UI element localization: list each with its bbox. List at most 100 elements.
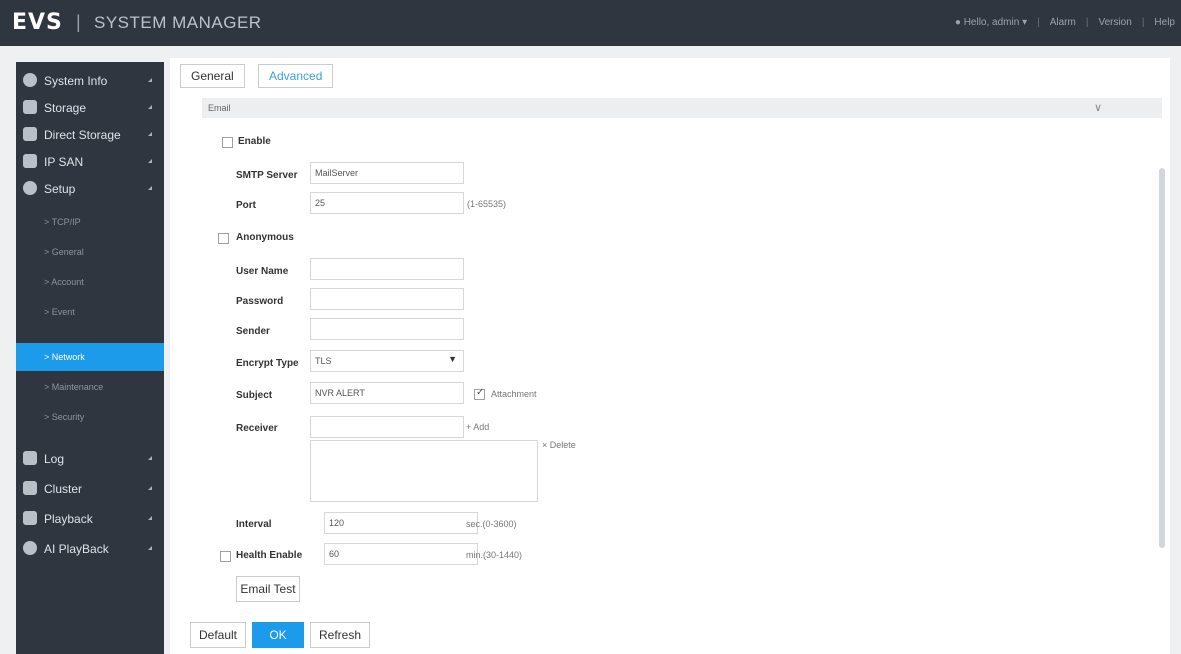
alarm-link[interactable]: Alarm bbox=[1050, 17, 1076, 28]
sidebar-item-label: Log bbox=[44, 452, 65, 466]
ok-button[interactable]: OK bbox=[252, 622, 304, 648]
encrypt-type-select[interactable]: TLS ▼ bbox=[310, 350, 464, 372]
port-input[interactable]: 25 bbox=[310, 192, 464, 214]
san-icon bbox=[23, 154, 37, 168]
sidebar-item-setup[interactable]: Setup bbox=[16, 176, 164, 202]
menu-divider: | bbox=[1037, 17, 1040, 28]
scrollbar-thumb[interactable] bbox=[1159, 168, 1165, 548]
encrypt-type-value: TLS bbox=[315, 356, 332, 366]
smtp-server-label: SMTP Server bbox=[236, 170, 298, 181]
expand-icon bbox=[148, 105, 152, 109]
sidebar-item-storage[interactable]: Storage bbox=[16, 95, 164, 121]
sidebar-item-cluster[interactable]: Cluster bbox=[16, 476, 164, 502]
top-bar: EVS | SYSTEM MANAGER ● Hello, admin ▾ | … bbox=[0, 0, 1181, 46]
receiver-list[interactable] bbox=[310, 440, 538, 502]
interval-label: Interval bbox=[236, 519, 272, 530]
expand-icon bbox=[148, 186, 152, 190]
scrollbar[interactable] bbox=[1159, 88, 1168, 648]
dropdown-arrow-icon: ▼ bbox=[448, 354, 457, 364]
gear-icon bbox=[23, 181, 37, 195]
refresh-button[interactable]: Refresh bbox=[310, 622, 370, 648]
menu-divider: | bbox=[1141, 17, 1145, 28]
username-label: User Name bbox=[236, 266, 289, 277]
sidebar-item-ai-playback[interactable]: AI PlayBack bbox=[16, 536, 164, 562]
sidebar-item-label: Setup bbox=[44, 182, 76, 196]
section-header-email[interactable]: Email ∨ bbox=[202, 98, 1162, 118]
sidebar-subitem-label: > Network bbox=[44, 352, 85, 362]
health-interval-input[interactable]: 60 bbox=[324, 543, 478, 565]
main-panel: General Advanced Email ∨ Enable SMTP Ser… bbox=[170, 58, 1170, 654]
expand-icon bbox=[148, 456, 152, 460]
anonymous-label: Anonymous bbox=[236, 232, 294, 243]
sidebar-item-label: Direct Storage bbox=[44, 128, 121, 142]
subject-input[interactable]: NVR ALERT bbox=[310, 382, 464, 404]
attachment-checkbox[interactable] bbox=[474, 387, 485, 400]
sidebar-subitem-general[interactable]: > General bbox=[16, 238, 164, 266]
tab-advanced[interactable]: Advanced bbox=[258, 64, 334, 88]
sidebar-subitem-maintenance[interactable]: > Maintenance bbox=[16, 373, 164, 401]
info-icon bbox=[23, 73, 37, 87]
subject-label: Subject bbox=[236, 390, 273, 401]
version-link[interactable]: Version bbox=[1098, 17, 1131, 28]
sidebar-item-label: AI PlayBack bbox=[44, 542, 109, 556]
sidebar-subitem-security[interactable]: > Security bbox=[16, 403, 164, 431]
health-enable-checkbox[interactable] bbox=[220, 551, 231, 562]
expand-icon bbox=[148, 516, 152, 520]
add-receiver-button[interactable]: + Add bbox=[466, 422, 489, 432]
expand-icon bbox=[148, 159, 152, 163]
enable-checkbox[interactable] bbox=[222, 137, 233, 148]
sidebar-item-log[interactable]: Log bbox=[16, 446, 164, 472]
log-icon bbox=[23, 451, 37, 465]
title-separator: | bbox=[76, 12, 81, 32]
tab-general[interactable]: General bbox=[180, 64, 245, 88]
encrypt-type-label: Encrypt Type bbox=[236, 358, 299, 369]
sidebar-item-label: IP SAN bbox=[44, 155, 84, 169]
cluster-icon bbox=[23, 481, 37, 495]
sidebar-item-label: Playback bbox=[44, 512, 93, 526]
sidebar-subitem-label: > General bbox=[44, 247, 84, 257]
sidebar-item-playback[interactable]: Playback bbox=[16, 506, 164, 532]
password-input[interactable] bbox=[310, 288, 464, 310]
sidebar-subitem-account[interactable]: > Account bbox=[16, 268, 164, 296]
expand-icon bbox=[148, 132, 152, 136]
user-menu-label: Hello, admin bbox=[963, 17, 1020, 28]
sidebar-subitem-label: > TCP/IP bbox=[44, 217, 81, 227]
receiver-label: Receiver bbox=[236, 423, 278, 434]
receiver-input[interactable] bbox=[310, 416, 464, 438]
attachment-label: Attachment bbox=[491, 389, 537, 399]
sidebar-subitem-label: > Account bbox=[44, 277, 84, 287]
sidebar-item-system-info[interactable]: System Info bbox=[16, 68, 164, 94]
section-title: Email bbox=[208, 103, 231, 113]
username-input[interactable] bbox=[310, 258, 464, 280]
sidebar-subitem-event[interactable]: > Event bbox=[16, 298, 164, 326]
direct-storage-icon bbox=[23, 127, 37, 141]
sidebar-subitem-network[interactable]: > Network bbox=[16, 343, 164, 371]
brand-logo: EVS bbox=[12, 10, 63, 35]
sender-label: Sender bbox=[236, 326, 270, 337]
port-label: Port bbox=[236, 200, 256, 211]
interval-input[interactable]: 120 bbox=[324, 512, 478, 534]
default-button[interactable]: Default bbox=[190, 622, 246, 648]
sidebar-subitem-label: > Event bbox=[44, 307, 75, 317]
password-label: Password bbox=[236, 296, 284, 307]
interval-hint: sec.(0-3600) bbox=[466, 519, 517, 529]
chevron-down-icon: ∨ bbox=[1093, 102, 1102, 114]
ai-playback-icon bbox=[23, 541, 37, 555]
anonymous-checkbox[interactable] bbox=[218, 233, 229, 244]
sidebar-item-direct-storage[interactable]: Direct Storage bbox=[16, 122, 164, 148]
sidebar-item-ip-san[interactable]: IP SAN bbox=[16, 149, 164, 175]
port-hint: (1-65535) bbox=[467, 199, 507, 209]
sidebar-subitem-label: > Security bbox=[44, 412, 85, 422]
help-link[interactable]: Help bbox=[1154, 17, 1175, 28]
expand-icon bbox=[148, 78, 152, 82]
sender-input[interactable] bbox=[310, 318, 464, 340]
sidebar-item-label: System Info bbox=[44, 74, 108, 88]
sidebar-subitem-label: > Maintenance bbox=[44, 382, 104, 392]
user-menu[interactable]: ● Hello, admin ▾ bbox=[955, 17, 1027, 28]
sidebar-subitem-tcpip[interactable]: > TCP/IP bbox=[16, 208, 164, 236]
sidebar-item-label: Storage bbox=[44, 101, 87, 115]
smtp-server-input[interactable]: MailServer bbox=[310, 162, 464, 184]
app-title: SYSTEM MANAGER bbox=[94, 13, 262, 32]
email-test-button[interactable]: Email Test bbox=[236, 576, 300, 602]
delete-receiver-button[interactable]: × Delete bbox=[542, 440, 576, 450]
